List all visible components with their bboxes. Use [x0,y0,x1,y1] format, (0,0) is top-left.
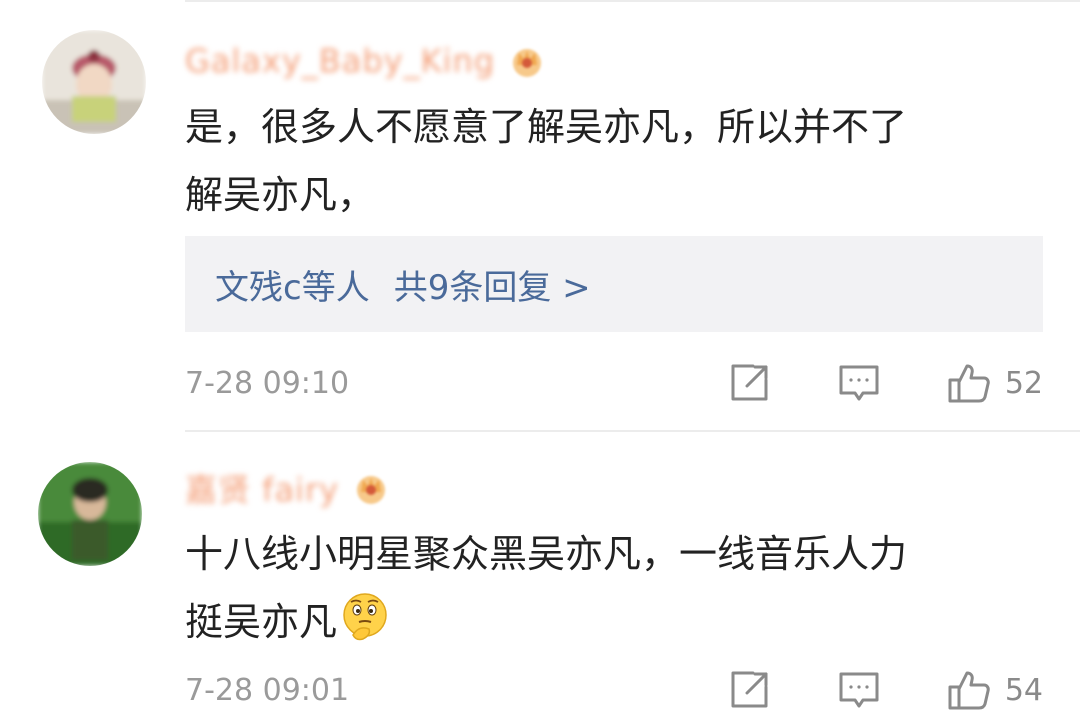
repost-icon[interactable] [727,361,771,405]
avatar[interactable] [42,30,146,134]
username[interactable]: Galaxy_Baby_King [185,42,495,80]
username-row: 嘉贤 fairy [185,466,389,510]
comment-text-line: 挺吴亦凡 [185,588,1025,656]
replies-preview[interactable]: 文残c等人 共9条回复 > [185,236,1043,332]
timestamp: 7-28 09:10 [185,365,350,401]
comment-icon[interactable] [837,668,881,712]
like-button[interactable]: 52 [947,361,1043,405]
thumbs-up-icon [947,668,991,712]
repost-icon[interactable] [727,668,771,712]
comment-icon[interactable] [837,361,881,405]
comment-item: Galaxy_Baby_King 是，很多人不愿意了解吴亦凡，所以并不了 解吴亦… [0,0,1080,432]
comment-text-line: 解吴亦凡， [185,173,376,217]
replies-count-link[interactable]: 共9条回复 > [394,260,591,309]
like-count: 52 [1004,365,1043,401]
comment-list: Galaxy_Baby_King 是，很多人不愿意了解吴亦凡，所以并不了 解吴亦… [0,0,1080,716]
like-button[interactable]: 54 [947,668,1043,712]
comment-text-segment: 挺吴亦凡 [185,600,338,644]
comment-actions: 54 [727,668,1043,712]
replies-users: 文残c等人 [215,267,370,308]
comment-text-line: 十八线小明星聚众黑吴亦凡，一线音乐人力 [185,532,908,576]
timestamp: 7-28 09:01 [185,672,350,708]
username-row: Galaxy_Baby_King [185,39,545,83]
comment-meta: 7-28 09:10 52 [185,358,1043,408]
like-count: 54 [1004,672,1043,708]
thumbs-up-icon [947,361,991,405]
vip-crown-icon [353,470,389,506]
vip-crown-icon [509,43,545,79]
thinking-face-emoji [339,591,391,643]
comment-text: 十八线小明星聚众黑吴亦凡，一线音乐人力 挺吴亦凡 [185,520,1025,656]
comment-text: 是，很多人不愿意了解吴亦凡，所以并不了 解吴亦凡， [185,93,1025,229]
avatar[interactable] [38,462,142,566]
comment-item: 嘉贤 fairy 十八线小明星聚众黑吴亦凡，一线音乐人力 挺吴亦凡 7-28 0… [0,432,1080,716]
comment-actions: 52 [727,361,1043,405]
comment-text-line: 是，很多人不愿意了解吴亦凡，所以并不了 [185,105,908,149]
username[interactable]: 嘉贤 fairy [185,465,339,511]
comment-meta: 7-28 09:01 54 [185,665,1043,715]
